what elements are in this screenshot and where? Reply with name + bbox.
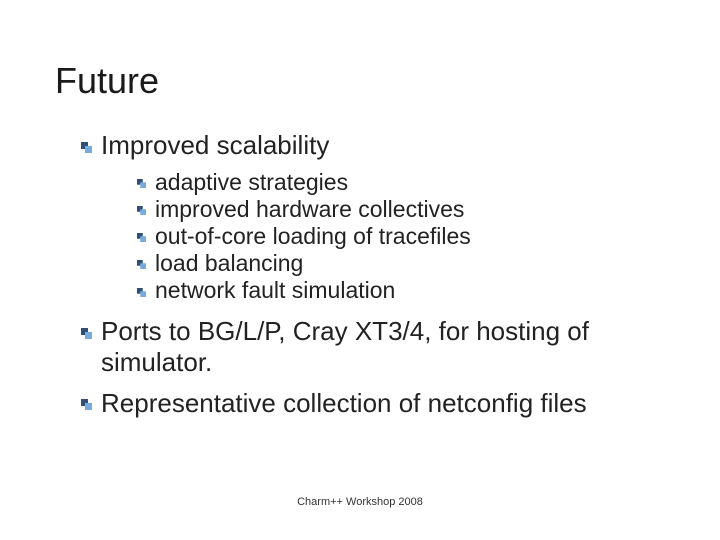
bullet-list: Improved scalability adaptive strategies	[55, 130, 670, 418]
list-item: network fault simulation	[137, 277, 670, 304]
list-item-label: Improved scalability	[101, 130, 329, 160]
list-item-label: Representative collection of netconfig f…	[101, 388, 587, 418]
list-item: adaptive strategies	[137, 169, 670, 196]
slide-title: Future	[55, 60, 670, 102]
list-item: Improved scalability adaptive strategies	[81, 130, 670, 304]
bullet-icon	[137, 179, 146, 188]
sub-bullet-list: adaptive strategies improved hardware co…	[101, 169, 670, 305]
bullet-icon	[81, 328, 92, 339]
list-item-label: load balancing	[155, 250, 303, 276]
list-item: Ports to BG/L/P, Cray XT3/4, for hosting…	[81, 316, 670, 377]
bullet-icon	[81, 399, 92, 410]
slide: Future Improved scalability	[0, 0, 720, 540]
bullet-icon	[137, 260, 146, 269]
list-item-label: out-of-core loading of tracefiles	[155, 223, 471, 249]
list-item-label: improved hardware collectives	[155, 196, 464, 222]
bullet-icon	[137, 288, 146, 297]
slide-footer: Charm++ Workshop 2008	[0, 496, 720, 508]
list-item: Representative collection of netconfig f…	[81, 388, 670, 419]
list-item: improved hardware collectives	[137, 196, 670, 223]
bullet-icon	[137, 206, 146, 215]
list-item-label: Ports to BG/L/P, Cray XT3/4, for hosting…	[101, 316, 589, 377]
bullet-icon	[137, 233, 146, 242]
bullet-icon	[81, 142, 92, 153]
list-item: out-of-core loading of tracefiles	[137, 223, 670, 250]
list-item: load balancing	[137, 250, 670, 277]
list-item-label: network fault simulation	[155, 277, 395, 303]
list-item-label: adaptive strategies	[155, 169, 348, 195]
